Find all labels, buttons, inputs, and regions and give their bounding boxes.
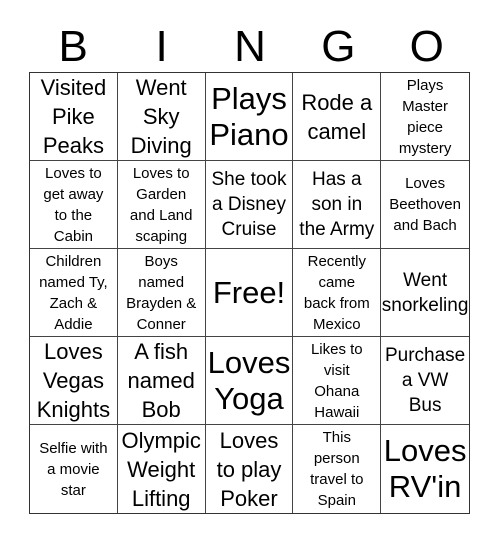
bingo-cell[interactable]: Loves to Garden and Land scaping	[117, 161, 206, 249]
bingo-cell[interactable]: Visited Pike Peaks	[30, 73, 118, 161]
bingo-cell[interactable]: A fish named Bob	[117, 337, 206, 425]
bingo-cell[interactable]: She took a Disney Cruise	[205, 161, 294, 249]
bingo-cell[interactable]: Rode a camel	[293, 73, 382, 161]
bingo-cell[interactable]: Likes to visit Ohana Hawaii	[293, 337, 382, 425]
bingo-cell[interactable]: Went snorkeling	[381, 249, 469, 337]
bingo-cell[interactable]: Purchase a VW Bus	[381, 337, 469, 425]
bingo-cell[interactable]: Plays Piano	[205, 73, 294, 161]
header-letter-o: O	[409, 22, 444, 71]
bingo-cell[interactable]: Loves Vegas Knights	[30, 337, 118, 425]
bingo-cell[interactable]: Recently came back from Mexico	[293, 249, 382, 337]
bingo-cell[interactable]: This person travel to Spain	[293, 425, 382, 513]
bingo-cell[interactable]: Loves to get away to the Cabin	[30, 161, 118, 249]
bingo-cell[interactable]: Selfie with a movie star	[30, 425, 118, 513]
bingo-cell[interactable]: Loves Yoga	[205, 337, 294, 425]
bingo-cell[interactable]: Children named Ty, Zach & Addie	[30, 249, 118, 337]
header-letter-g: G	[321, 22, 356, 71]
header-letter-n: N	[234, 22, 266, 71]
bingo-header: B I N G O	[29, 22, 471, 72]
bingo-cell[interactable]: Loves RV'in	[381, 425, 469, 513]
bingo-cell[interactable]: Loves to play Poker	[206, 425, 294, 513]
bingo-cell[interactable]: Went Sky Diving	[117, 73, 206, 161]
bingo-cell[interactable]: Has a son in the Army	[293, 161, 382, 249]
header-letter-i: I	[155, 22, 168, 71]
header-letter-b: B	[58, 22, 88, 71]
free-space-cell[interactable]: Free!	[205, 249, 294, 337]
bingo-cell[interactable]: Plays Master piece mystery	[381, 73, 469, 161]
bingo-cell[interactable]: Olympic Weight Lifting	[118, 425, 206, 513]
bingo-cell[interactable]: Boys named Brayden & Conner	[117, 249, 206, 337]
bingo-cell[interactable]: Loves Beethoven and Bach	[381, 161, 469, 249]
bingo-grid: Visited Pike Peaks Went Sky Diving Plays P…	[29, 72, 470, 514]
